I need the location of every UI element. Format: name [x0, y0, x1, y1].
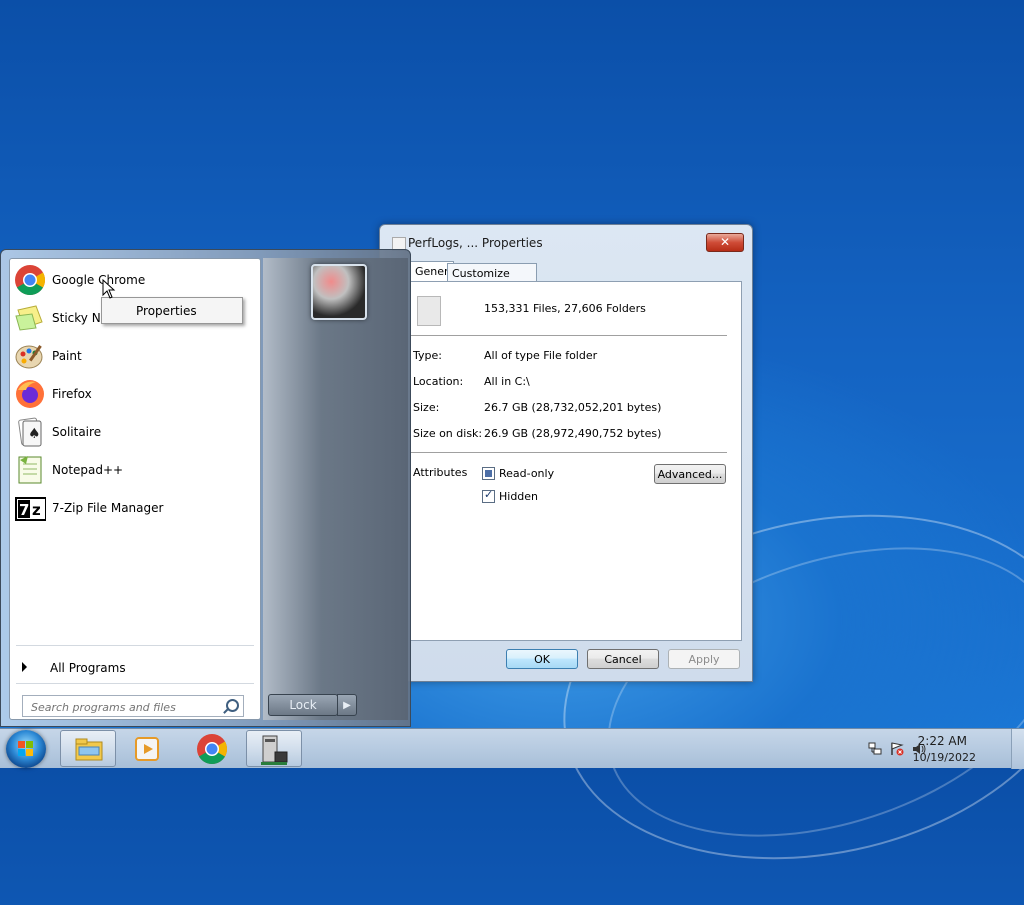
start-search-box[interactable] [22, 695, 244, 717]
contains-value: 153,331 Files, 27,606 Folders [484, 302, 646, 315]
general-panel: 153,331 Files, 27,606 Folders Type: All … [410, 281, 742, 641]
taskbar-windows-explorer[interactable] [60, 730, 116, 767]
dialog-titlebar[interactable]: PerfLogs, ... Properties ✕ [380, 225, 752, 259]
location-value: All in C:\ [484, 375, 530, 388]
size-value: 26.7 GB (28,732,052,201 bytes) [484, 401, 662, 414]
apply-button[interactable]: Apply [668, 649, 740, 669]
taskbar-chrome[interactable] [184, 730, 240, 767]
cancel-button[interactable]: Cancel [587, 649, 659, 669]
notepad-plus-plus-icon [18, 456, 42, 484]
size-on-disk-label: Size on disk: [413, 427, 483, 440]
start-button[interactable] [6, 730, 46, 768]
program-label: Google Chrome [52, 273, 146, 287]
divider [411, 335, 727, 336]
solitaire-icon: ♠ [18, 417, 42, 447]
clock-date[interactable]: 10/19/2022 [913, 751, 976, 764]
tab-customize[interactable]: Customize [447, 263, 537, 283]
dialog-title: PerfLogs, ... Properties [408, 236, 543, 250]
context-menu: Properties [101, 297, 243, 324]
shutdown-options-arrow-icon[interactable]: ▶ [337, 694, 357, 716]
program-7zip[interactable]: 7 z 7-Zip File Manager [14, 489, 258, 525]
svg-text:♠: ♠ [28, 426, 41, 442]
paint-icon [15, 345, 43, 369]
properties-dialog: PerfLogs, ... Properties ✕ General Custo… [379, 224, 753, 682]
taskbar: 2:22 AM 10/19/2022 [0, 728, 1024, 769]
mouse-cursor-icon [102, 279, 116, 299]
user-avatar[interactable] [311, 264, 367, 320]
media-player-icon [135, 737, 159, 761]
close-button[interactable]: ✕ [706, 233, 744, 252]
windows-explorer-icon [75, 738, 103, 761]
sticky-notes-icon [15, 305, 43, 331]
notification-area: 2:22 AM 10/19/2022 [844, 729, 1024, 769]
taskbar-media-player[interactable] [120, 730, 176, 767]
7zip-icon: 7 z [15, 497, 46, 521]
program-firefox[interactable]: Firefox [14, 375, 258, 411]
all-programs-button[interactable]: All Programs [14, 657, 258, 679]
program-paint[interactable]: Paint [14, 337, 258, 373]
type-value: All of type File folder [484, 349, 598, 362]
windows-logo-icon [18, 741, 33, 756]
type-label: Type: [413, 349, 442, 362]
program-google-chrome[interactable]: Google Chrome [14, 261, 258, 297]
svg-text:z: z [32, 501, 41, 519]
location-label: Location: [413, 375, 464, 388]
pc-icon [261, 735, 288, 765]
readonly-checkbox[interactable] [482, 467, 495, 480]
readonly-label[interactable]: Read-only [499, 467, 554, 480]
size-label: Size: [413, 401, 440, 414]
network-icon[interactable] [868, 742, 882, 756]
context-menu-label: Properties [136, 304, 197, 318]
chrome-icon [197, 734, 228, 765]
start-menu-programs-pane: Google Chrome Sticky Notes Paint Firefox… [9, 258, 261, 720]
start-menu-right-pane: Lock ▶ [263, 258, 408, 720]
svg-text:7: 7 [19, 501, 29, 519]
hidden-checkbox[interactable] [482, 488, 495, 503]
program-notepad-plus-plus[interactable]: Notepad++ [14, 451, 258, 487]
triangle-right-icon [22, 662, 27, 672]
ok-button[interactable]: OK [506, 649, 578, 669]
hidden-label[interactable]: Hidden [499, 490, 538, 503]
chrome-icon [15, 265, 46, 296]
program-label: 7-Zip File Manager [52, 501, 164, 515]
attributes-label: Attributes [413, 466, 468, 479]
program-label: Notepad++ [52, 463, 124, 477]
divider [16, 683, 254, 684]
all-programs-label: All Programs [50, 661, 126, 675]
firefox-icon [16, 380, 44, 408]
size-on-disk-value: 26.9 GB (28,972,490,752 bytes) [484, 427, 662, 440]
program-solitaire[interactable]: ♠ Solitaire [14, 413, 258, 449]
divider [16, 645, 254, 646]
taskbar-pc-app[interactable] [246, 730, 302, 767]
folder-icon [417, 296, 441, 326]
divider [411, 452, 727, 453]
advanced-button[interactable]: Advanced... [654, 464, 726, 484]
lock-button[interactable]: Lock [268, 694, 338, 716]
program-label: Solitaire [52, 425, 102, 439]
action-center-flag-icon[interactable] [890, 742, 904, 756]
show-desktop-button[interactable] [1011, 729, 1024, 769]
search-icon[interactable] [226, 699, 239, 712]
program-label: Paint [52, 349, 82, 363]
search-input[interactable] [29, 698, 223, 716]
clock-time[interactable]: 2:22 AM [918, 734, 967, 748]
program-label: Firefox [52, 387, 92, 401]
context-menu-properties[interactable]: Properties [104, 300, 240, 321]
